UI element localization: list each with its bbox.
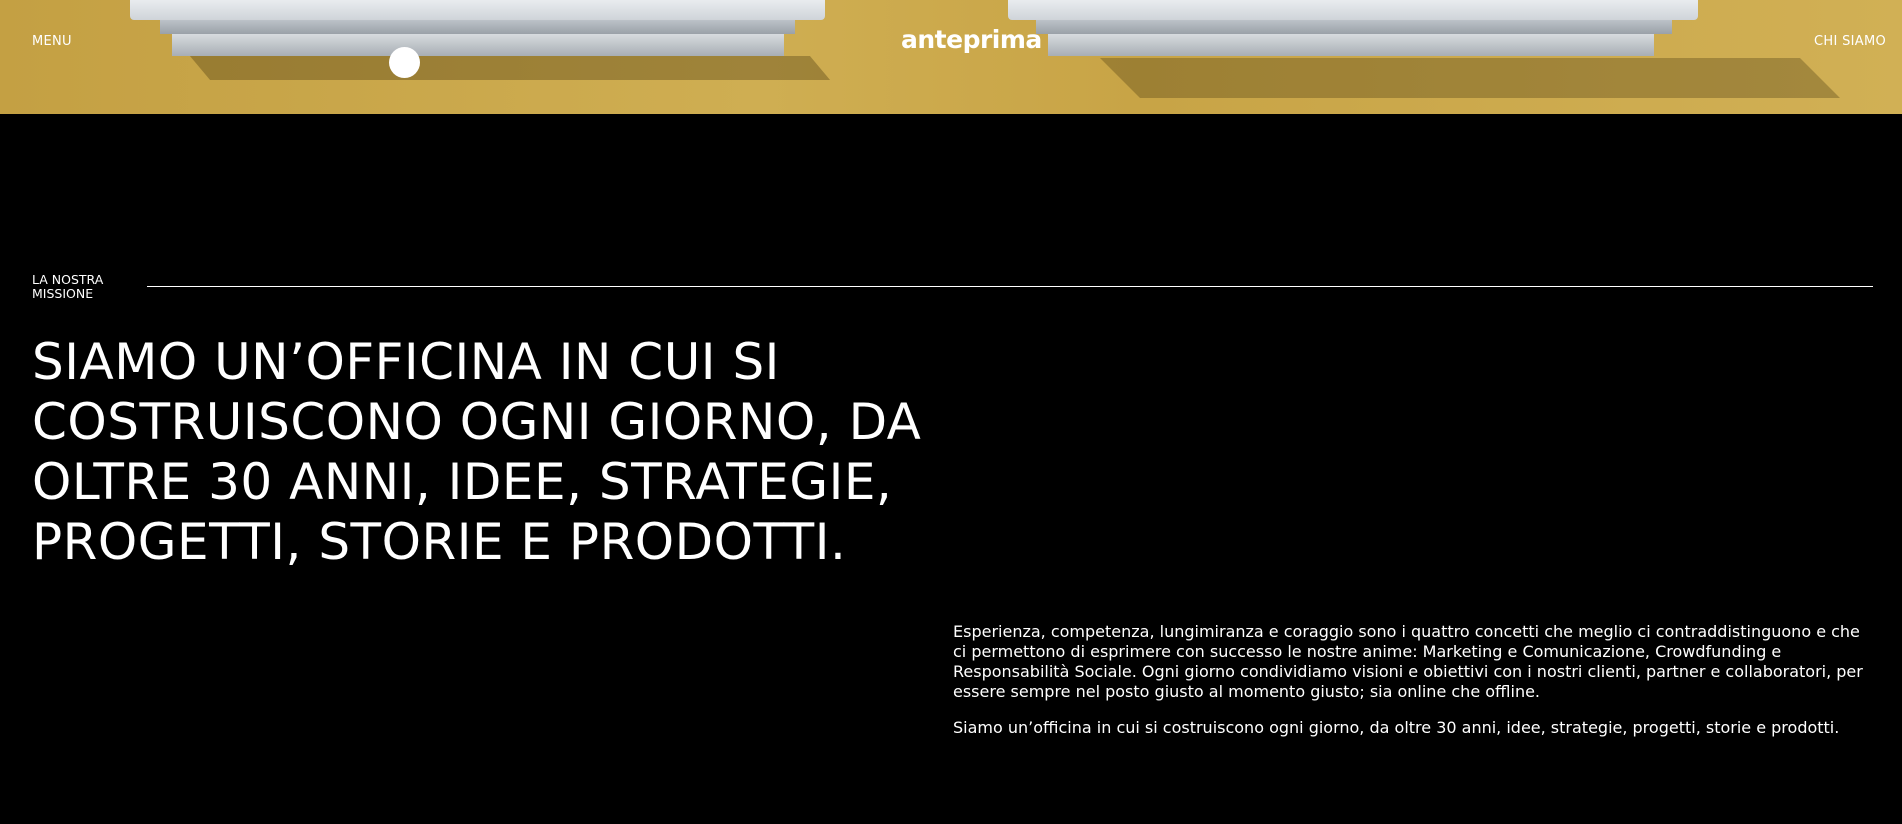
cursor-dot bbox=[389, 47, 420, 78]
mission-headline: SIAMO UN’OFFICINA IN CUI SI COSTRUISCONO… bbox=[32, 333, 922, 571]
ledge-top bbox=[1008, 0, 1698, 20]
section-divider bbox=[147, 286, 1873, 287]
window-ledge-right bbox=[1008, 0, 1698, 68]
ledge-mid bbox=[160, 20, 795, 34]
ledge-mid bbox=[1036, 20, 1672, 34]
mission-paragraph-1: Esperienza, competenza, lungimiranza e c… bbox=[953, 622, 1863, 701]
menu-button[interactable]: MENU bbox=[32, 34, 72, 49]
chi-siamo-link[interactable]: CHI SIAMO bbox=[1814, 34, 1886, 49]
hero-image bbox=[0, 0, 1902, 114]
window-ledge-left bbox=[130, 0, 825, 60]
logo[interactable]: anteprima bbox=[901, 25, 1042, 54]
ledge-bottom bbox=[1048, 34, 1654, 56]
section-label: LA NOSTRA MISSIONE bbox=[32, 272, 104, 301]
mission-body: Esperienza, competenza, lungimiranza e c… bbox=[953, 622, 1868, 754]
ledge-top bbox=[130, 0, 825, 20]
ledge-bottom bbox=[172, 34, 784, 56]
mission-paragraph-2: Siamo un’officina in cui si costruiscono… bbox=[953, 718, 1840, 737]
